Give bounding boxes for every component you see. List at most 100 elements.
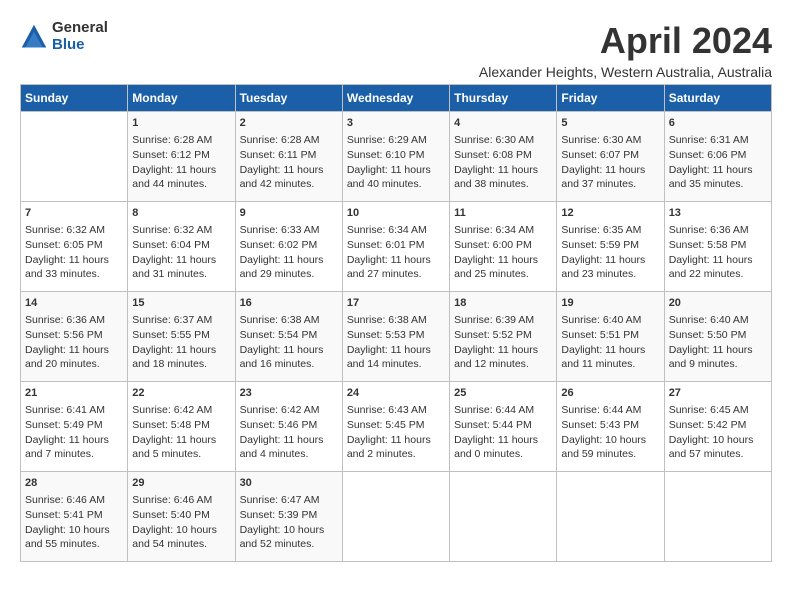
day-info: Sunset: 6:06 PM: [669, 149, 747, 161]
day-number: 8: [132, 206, 230, 221]
day-number: 29: [132, 476, 230, 491]
day-info: and 11 minutes.: [561, 358, 635, 370]
calendar-cell: 1Sunrise: 6:28 AMSunset: 6:12 PMDaylight…: [128, 112, 235, 202]
week-row-3: 14Sunrise: 6:36 AMSunset: 5:56 PMDayligh…: [21, 292, 772, 382]
day-info: Sunset: 5:50 PM: [669, 329, 747, 341]
day-number: 30: [240, 476, 338, 491]
day-info: Sunrise: 6:28 AM: [132, 134, 212, 146]
calendar-cell: 5Sunrise: 6:30 AMSunset: 6:07 PMDaylight…: [557, 112, 664, 202]
day-info: Sunrise: 6:44 AM: [561, 404, 641, 416]
day-info: Sunrise: 6:41 AM: [25, 404, 105, 416]
day-info: Daylight: 11 hours: [454, 344, 538, 356]
day-info: Sunset: 6:05 PM: [25, 239, 103, 251]
day-info: Daylight: 11 hours: [561, 164, 645, 176]
day-number: 9: [240, 206, 338, 221]
calendar-cell: 19 Sunrise: 6:40 AM Sunset: 5:51 PM Dayligh…: [557, 292, 664, 382]
calendar-cell: 4Sunrise: 6:30 AMSunset: 6:08 PMDaylight…: [450, 112, 557, 202]
day-info: Sunset: 5:48 PM: [132, 419, 210, 431]
day-info: and 16 minutes.: [240, 358, 315, 370]
logo-blue-text: Blue: [52, 37, 108, 54]
day-info: and 54 minutes.: [132, 538, 207, 550]
day-info: and 42 minutes.: [240, 178, 315, 190]
day-info: Sunrise: 6:38 AM: [240, 314, 320, 326]
title-block: April 2024 Alexander Heights, Western Au…: [479, 20, 772, 80]
day-number: 13: [669, 206, 767, 221]
header-sunday: Sunday: [21, 85, 128, 112]
day-info: Sunset: 5:43 PM: [561, 419, 639, 431]
day-info: Daylight: 11 hours: [347, 164, 431, 176]
day-info: Sunrise: 6:37 AM: [132, 314, 212, 326]
day-info: Sunrise: 6:44 AM: [454, 404, 534, 416]
calendar-header: SundayMondayTuesdayWednesdayThursdayFrid…: [21, 85, 772, 112]
day-info: Sunset: 5:59 PM: [561, 239, 639, 251]
day-info: Daylight: 10 hours: [561, 434, 646, 446]
week-row-1: 1Sunrise: 6:28 AMSunset: 6:12 PMDaylight…: [21, 112, 772, 202]
day-info: Sunset: 5:55 PM: [132, 329, 210, 341]
week-row-2: 7Sunrise: 6:32 AMSunset: 6:05 PMDaylight…: [21, 202, 772, 292]
day-info: Sunset: 5:53 PM: [347, 329, 425, 341]
day-info: Sunrise: 6:45 AM: [669, 404, 749, 416]
day-info: Sunset: 6:12 PM: [132, 149, 210, 161]
day-info: Daylight: 10 hours: [25, 524, 110, 536]
calendar-cell: 16Sunrise: 6:38 AMSunset: 5:54 PMDayligh…: [235, 292, 342, 382]
day-info: Sunrise: 6:32 AM: [25, 224, 105, 236]
calendar-cell: 3Sunrise: 6:29 AMSunset: 6:10 PMDaylight…: [342, 112, 449, 202]
day-info: Sunset: 5:46 PM: [240, 419, 318, 431]
calendar-cell: 24Sunrise: 6:43 AMSunset: 5:45 PMDayligh…: [342, 382, 449, 472]
day-number: 28: [25, 476, 123, 491]
day-info: Daylight: 11 hours: [240, 254, 324, 266]
calendar-cell: [21, 112, 128, 202]
day-info: Sunset: 6:02 PM: [240, 239, 318, 251]
day-info: Sunrise: 6:40 AM: [561, 314, 641, 326]
day-number: 4: [454, 116, 552, 131]
day-info: and 29 minutes.: [240, 268, 315, 280]
day-info: Daylight: 11 hours: [669, 344, 753, 356]
day-info: and 14 minutes.: [347, 358, 422, 370]
day-info: Daylight: 11 hours: [454, 254, 538, 266]
day-info: Daylight: 11 hours: [240, 434, 324, 446]
day-info: and 0 minutes.: [454, 448, 523, 460]
day-info: Daylight: 11 hours: [669, 164, 753, 176]
day-info: Sunset: 6:01 PM: [347, 239, 425, 251]
day-info: Sunrise: 6:47 AM: [240, 494, 320, 506]
day-number: 11: [454, 206, 552, 221]
day-info: Daylight: 11 hours: [132, 254, 216, 266]
calendar-cell: 27Sunrise: 6:45 AMSunset: 5:42 PMDayligh…: [664, 382, 771, 472]
calendar-cell: 21Sunrise: 6:41 AMSunset: 5:49 PMDayligh…: [21, 382, 128, 472]
day-info: Sunrise: 6:36 AM: [669, 224, 749, 236]
day-number: 23: [240, 386, 338, 401]
calendar-cell: 17Sunrise: 6:38 AMSunset: 5:53 PMDayligh…: [342, 292, 449, 382]
day-info: Daylight: 11 hours: [669, 254, 753, 266]
month-title: April 2024: [479, 20, 772, 62]
header-saturday: Saturday: [664, 85, 771, 112]
day-number: 20: [669, 296, 767, 311]
calendar-cell: 26Sunrise: 6:44 AMSunset: 5:43 PMDayligh…: [557, 382, 664, 472]
day-info: Sunrise: 6:30 AM: [561, 134, 641, 146]
week-row-5: 28Sunrise: 6:46 AMSunset: 5:41 PMDayligh…: [21, 472, 772, 562]
day-info: Sunrise: 6:32 AM: [132, 224, 212, 236]
calendar-cell: 29Sunrise: 6:46 AMSunset: 5:40 PMDayligh…: [128, 472, 235, 562]
day-info: Sunrise: 6:42 AM: [132, 404, 212, 416]
header-monday: Monday: [128, 85, 235, 112]
calendar-cell: 23 Sunrise: 6:42 AM Sunset: 5:46 PM Dayligh…: [235, 382, 342, 472]
day-info: and 4 minutes.: [240, 448, 309, 460]
day-number: 19: [561, 296, 659, 311]
day-number: 25: [454, 386, 552, 401]
day-info: Sunset: 6:07 PM: [561, 149, 639, 161]
day-info: Sunrise: 6:33 AM: [240, 224, 320, 236]
day-info: and 5 minutes.: [132, 448, 201, 460]
day-info: and 25 minutes.: [454, 268, 529, 280]
day-info: Daylight: 11 hours: [347, 344, 431, 356]
day-info: Sunset: 5:51 PM: [561, 329, 639, 341]
calendar-cell: 25Sunrise: 6:44 AMSunset: 5:44 PMDayligh…: [450, 382, 557, 472]
day-info: and 55 minutes.: [25, 538, 100, 550]
day-info: Daylight: 11 hours: [561, 344, 645, 356]
day-info: Sunset: 5:40 PM: [132, 509, 210, 521]
day-info: and 40 minutes.: [347, 178, 422, 190]
day-info: and 2 minutes.: [347, 448, 416, 460]
day-info: Sunrise: 6:42 AM: [240, 404, 320, 416]
day-number: 3: [347, 116, 445, 131]
day-info: Sunset: 5:39 PM: [240, 509, 318, 521]
day-info: Daylight: 11 hours: [347, 434, 431, 446]
location-title: Alexander Heights, Western Australia, Au…: [479, 64, 772, 80]
